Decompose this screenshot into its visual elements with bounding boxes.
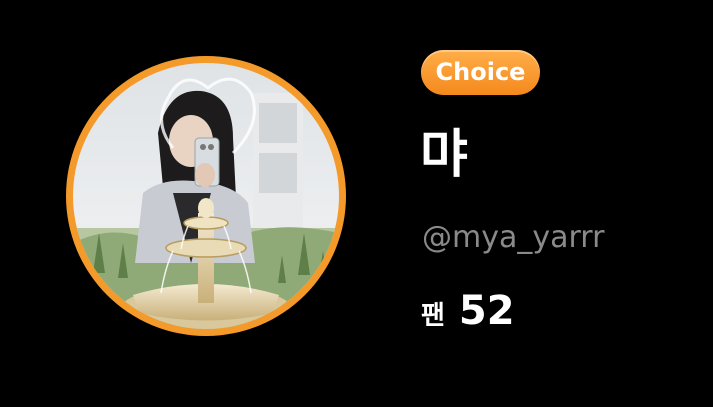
fans-count: 52 — [458, 288, 515, 334]
fans-label: 팬 — [421, 301, 445, 331]
username-handle[interactable]: @mya_yarrr — [422, 216, 604, 260]
fans-count-row[interactable]: 팬 52 — [421, 288, 515, 334]
display-name: 먀 — [420, 125, 468, 185]
choice-badge: Choice — [421, 50, 540, 95]
avatar[interactable] — [73, 63, 339, 329]
avatar-photo — [73, 63, 339, 329]
profile-card: Choice 먀 @mya_yarrr 팬 52 — [0, 0, 713, 407]
avatar-ring — [66, 56, 346, 336]
